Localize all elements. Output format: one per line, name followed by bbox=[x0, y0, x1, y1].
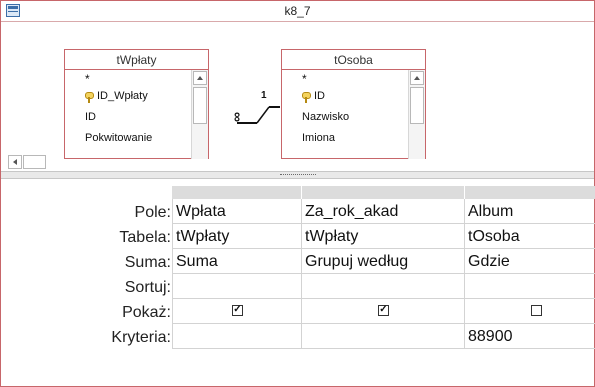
field-id[interactable]: ID bbox=[314, 90, 325, 102]
field-imiona[interactable]: Imiona bbox=[302, 132, 335, 144]
table-box-twplaty[interactable]: tWpłaty * ID_Wpłaty ID Pokwitowanie bbox=[64, 49, 209, 159]
cell-tabela[interactable]: tWpłaty bbox=[172, 224, 302, 249]
row-label-pokaz: Pokaż: bbox=[122, 304, 171, 321]
cell-tabela[interactable]: tWpłaty bbox=[302, 224, 465, 249]
column-selector[interactable] bbox=[465, 186, 595, 199]
show-checkbox[interactable] bbox=[232, 303, 243, 317]
scroll-thumb[interactable] bbox=[193, 87, 207, 124]
relationship-one-label: 1 bbox=[261, 90, 267, 101]
table-box-tosoba[interactable]: tOsoba * ID Nazwisko Imiona bbox=[281, 49, 426, 159]
field-all[interactable]: * bbox=[302, 72, 307, 86]
window-title: k8_7 bbox=[284, 4, 311, 18]
show-checkbox[interactable] bbox=[531, 305, 542, 316]
scroll-up-icon[interactable] bbox=[410, 71, 424, 85]
query-design-window: k8_7 tWpłaty * ID_Wpłaty ID Pokwitowanie bbox=[0, 0, 595, 387]
cell-pole[interactable]: Album bbox=[465, 199, 595, 224]
table-title-twplaty[interactable]: tWpłaty bbox=[65, 50, 208, 70]
cell-kryteria[interactable] bbox=[172, 324, 302, 349]
cell-pokaz[interactable] bbox=[172, 299, 302, 324]
scroll-thumb[interactable] bbox=[23, 155, 46, 169]
vertical-scrollbar[interactable] bbox=[191, 70, 208, 159]
table-pane: tWpłaty * ID_Wpłaty ID Pokwitowanie 1 ∞ bbox=[1, 23, 594, 171]
cell-kryteria[interactable] bbox=[302, 324, 465, 349]
relationship-many-label: ∞ bbox=[229, 112, 246, 122]
show-checkbox[interactable] bbox=[378, 303, 389, 317]
scroll-thumb[interactable] bbox=[410, 87, 424, 124]
row-label-pole: Pole: bbox=[134, 204, 171, 221]
primary-key-icon bbox=[302, 92, 311, 103]
table-title-tosoba[interactable]: tOsoba bbox=[282, 50, 425, 70]
cell-suma[interactable]: Suma bbox=[172, 249, 302, 274]
field-id-wplaty[interactable]: ID_Wpłaty bbox=[97, 90, 148, 102]
title-bar: k8_7 bbox=[1, 1, 594, 22]
row-label-sortuj: Sortuj: bbox=[124, 279, 171, 296]
pane-splitter[interactable] bbox=[1, 171, 594, 179]
column-selector[interactable] bbox=[302, 186, 465, 199]
cell-kryteria[interactable]: 88900 bbox=[465, 324, 595, 349]
field-nazwisko[interactable]: Nazwisko bbox=[302, 111, 349, 123]
column-selector[interactable] bbox=[172, 186, 302, 199]
cell-sortuj[interactable] bbox=[172, 274, 302, 299]
cell-pokaz[interactable] bbox=[465, 299, 595, 324]
row-label-suma: Suma: bbox=[124, 254, 171, 271]
cell-tabela[interactable]: tOsoba bbox=[465, 224, 595, 249]
field-all[interactable]: * bbox=[85, 72, 90, 86]
cell-suma[interactable]: Gdzie bbox=[465, 249, 595, 274]
vertical-scrollbar[interactable] bbox=[408, 70, 425, 159]
scroll-left-icon[interactable] bbox=[8, 155, 22, 169]
scroll-up-icon[interactable] bbox=[193, 71, 207, 85]
cell-suma[interactable]: Grupuj według bbox=[302, 249, 465, 274]
design-grid-pane: Pole: Tabela: Suma: Sortuj: Pokaż: Kryte… bbox=[1, 180, 595, 386]
cell-pole[interactable]: Za_rok_akad bbox=[302, 199, 465, 224]
cell-pokaz[interactable] bbox=[302, 299, 465, 324]
field-id[interactable]: ID bbox=[85, 111, 96, 123]
cell-pole[interactable]: Wpłata bbox=[172, 199, 302, 224]
design-grid: Pole: Tabela: Suma: Sortuj: Pokaż: Kryte… bbox=[111, 186, 595, 386]
cell-sortuj[interactable] bbox=[465, 274, 595, 299]
splitter-grip-icon[interactable] bbox=[280, 174, 316, 176]
row-label-tabela: Tabela: bbox=[119, 229, 171, 246]
field-pokwitowanie[interactable]: Pokwitowanie bbox=[85, 132, 152, 144]
primary-key-icon bbox=[85, 92, 94, 103]
horizontal-scrollbar[interactable] bbox=[4, 154, 594, 171]
row-label-kryteria: Kryteria: bbox=[111, 329, 171, 346]
cell-sortuj[interactable] bbox=[302, 274, 465, 299]
